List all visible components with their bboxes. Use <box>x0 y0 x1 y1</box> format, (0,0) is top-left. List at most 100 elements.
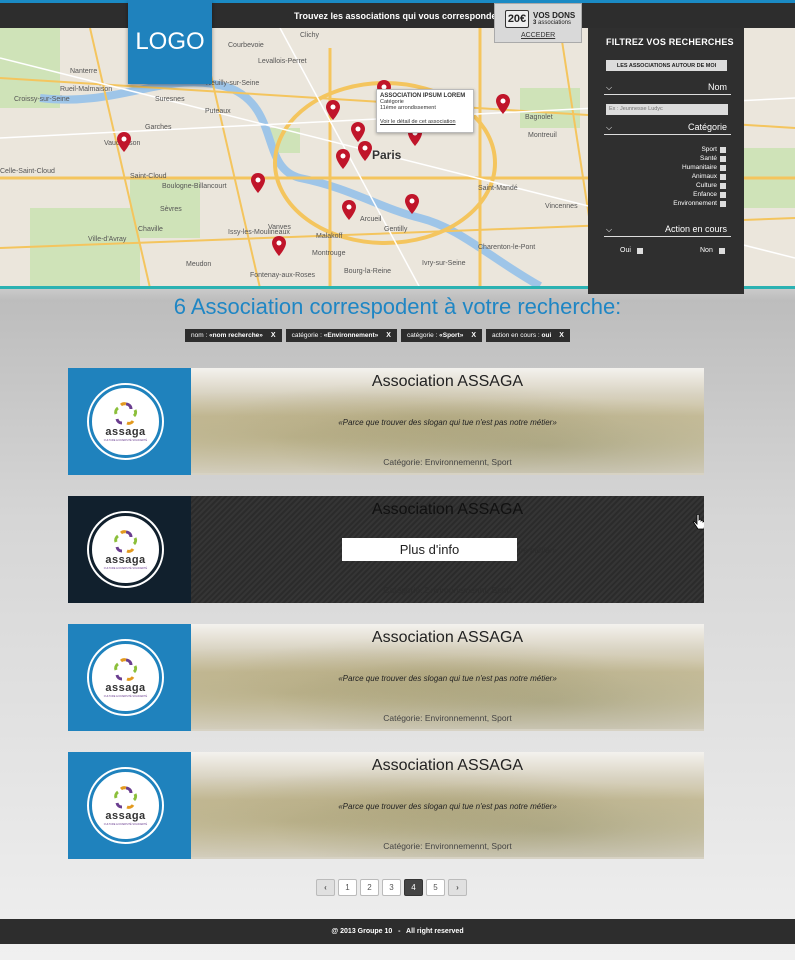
tag-key: action en cours : <box>492 332 542 339</box>
map-label: Garches <box>145 124 172 131</box>
action-no-option[interactable]: Non <box>700 247 725 254</box>
association-logo-sub: CULTURE & DIVERSITÉ SOLIDARITÉ <box>103 439 148 442</box>
action-yes-label: Oui <box>620 247 631 254</box>
close-icon[interactable]: X <box>271 332 276 339</box>
map-city-label: Paris <box>372 148 402 162</box>
more-info-button[interactable]: Plus d'info <box>342 538 517 561</box>
map-label: Courbevoie <box>228 42 264 49</box>
association-card[interactable]: assaga CULTURE & DIVERSITÉ SOLIDARITÉ As… <box>68 368 704 475</box>
action-no-label: Non <box>700 247 713 254</box>
map-pin-icon[interactable] <box>358 141 372 161</box>
association-logo: assaga CULTURE & DIVERSITÉ SOLIDARITÉ <box>89 385 162 458</box>
category-label: Environnement <box>673 200 717 207</box>
association-card[interactable]: assaga CULTURE & DIVERSITÉ SOLIDARITÉ As… <box>68 752 704 859</box>
filter-tag: catégorie : «Environnement» X <box>285 329 397 342</box>
map-label: Montrouge <box>312 250 346 257</box>
donations-widget[interactable]: 20€ VOS DONS 3 associations ACCEDER <box>494 3 582 43</box>
map-tooltip: ASSOCIATION IPSUM LOREM Catégorie 11ème … <box>376 89 474 133</box>
map-label: Sèvres <box>160 206 182 213</box>
category-checkbox[interactable] <box>720 191 726 198</box>
association-logo-sub: CULTURE & DIVERSITÉ SOLIDARITÉ <box>103 695 148 698</box>
map-pin-icon[interactable] <box>496 94 510 114</box>
close-icon[interactable]: X <box>559 332 564 339</box>
category-option[interactable]: Sport <box>701 146 726 153</box>
map-label: Rueil-Malmaison <box>60 86 113 93</box>
donations-access-link[interactable]: ACCEDER <box>521 32 555 39</box>
map-label: Levallois-Perret <box>258 58 307 65</box>
map-pin-icon[interactable] <box>117 132 131 152</box>
page-button[interactable]: 5 <box>426 879 445 896</box>
category-option[interactable]: Santé <box>700 155 726 162</box>
map-pin-icon[interactable] <box>351 122 365 142</box>
category-checkbox[interactable] <box>720 164 726 171</box>
chevron-right-icon[interactable]: › <box>448 879 467 896</box>
filter-title: FILTREZ VOS RECHERCHES <box>606 37 734 47</box>
tag-key: catégorie : <box>291 332 324 339</box>
flower-icon <box>113 786 137 809</box>
association-slogan: «Parce que trouver des slogan qui tue n'… <box>338 418 557 427</box>
category-checkbox[interactable] <box>720 155 726 162</box>
category-option[interactable]: Humanitaire <box>682 164 726 171</box>
close-icon[interactable]: X <box>471 332 476 339</box>
association-category: Catégorie: Environnemennt, Sport <box>383 457 512 467</box>
name-section-header[interactable]: ⌵ Nom <box>604 82 731 95</box>
association-logo-text: assaga <box>105 810 146 822</box>
results-title: 6 Association correspodent à votre reche… <box>173 294 622 319</box>
category-label: Enfance <box>693 191 717 198</box>
name-field[interactable] <box>606 104 728 115</box>
map-label: Ivry-sur-Seine <box>422 260 466 267</box>
association-name: Association ASSAGA <box>371 629 524 646</box>
close-icon[interactable]: X <box>386 332 391 339</box>
association-category: Catégorie: Environnemennt, Sport <box>383 713 512 723</box>
map-label: Suresnes <box>155 96 185 103</box>
page-button-current[interactable]: 4 <box>404 879 423 896</box>
map-pin-icon[interactable] <box>336 149 350 169</box>
association-category: Catégorie: Environnemennt, Sport <box>383 841 512 851</box>
page-button[interactable]: 1 <box>338 879 357 896</box>
association-logo-text: assaga <box>105 426 146 438</box>
association-category: Catégorie: Environnemennt, Sport <box>383 585 512 595</box>
category-label: Animaux <box>691 173 717 180</box>
association-card[interactable]: assaga CULTURE & DIVERSITÉ SOLIDARITÉ As… <box>68 496 704 603</box>
category-option[interactable]: Culture <box>696 182 726 189</box>
nearby-button[interactable]: LES ASSOCIATIONS AUTOUR DE MOI <box>606 60 727 71</box>
category-checkbox[interactable] <box>720 182 726 189</box>
map-label: Neuilly-sur-Seine <box>206 80 260 87</box>
flower-icon <box>113 402 137 425</box>
category-option[interactable]: Enfance <box>693 191 726 198</box>
page-button[interactable]: 2 <box>360 879 379 896</box>
action-yes-checkbox[interactable] <box>636 247 643 254</box>
association-card[interactable]: assaga CULTURE & DIVERSITÉ SOLIDARITÉ As… <box>68 624 704 731</box>
association-slogan: «Parce que trouver des slogan qui tue n'… <box>338 674 557 683</box>
category-label: Culture <box>696 182 717 189</box>
donations-count: 3 associations <box>533 20 572 26</box>
category-section-header[interactable]: ⌵ Catégorie <box>604 122 731 135</box>
map-pin-icon[interactable] <box>251 173 265 193</box>
chevron-left-icon[interactable]: ‹ <box>316 879 335 896</box>
chevron-down-icon: ⌵ <box>606 225 613 234</box>
flower-icon <box>113 530 137 553</box>
map-label: Arcueil <box>360 216 382 223</box>
category-label: Humanitaire <box>681 164 717 171</box>
action-no-checkbox[interactable] <box>718 247 725 254</box>
map-pin-icon[interactable] <box>272 236 286 256</box>
page-button[interactable]: 3 <box>382 879 401 896</box>
tooltip-detail-link[interactable]: Voir le détail de cet association <box>380 119 470 125</box>
card-logo-panel: assaga CULTURE & DIVERSITÉ SOLIDARITÉ <box>68 624 201 731</box>
category-checkbox[interactable] <box>720 200 726 207</box>
map-pin-icon[interactable] <box>405 194 419 214</box>
map-pin-icon[interactable] <box>342 200 356 220</box>
tooltip-district: 11ème arrondissement <box>380 105 436 111</box>
category-checkbox[interactable] <box>720 146 726 153</box>
category-checkbox[interactable] <box>720 173 726 180</box>
tag-value: oui <box>541 332 552 339</box>
map-label: Vanves <box>268 224 291 231</box>
top-bar: Trouvez les associations qui vous corres… <box>0 0 795 28</box>
category-option[interactable]: Environnement <box>673 200 726 207</box>
map-pin-icon[interactable] <box>326 100 340 120</box>
action-section-header[interactable]: ⌵ Action en cours <box>604 224 731 237</box>
category-option[interactable]: Animaux <box>692 173 726 180</box>
action-yes-option[interactable]: Oui <box>620 247 643 254</box>
association-logo-text: assaga <box>105 682 146 694</box>
logo[interactable]: LOGO <box>128 0 212 84</box>
